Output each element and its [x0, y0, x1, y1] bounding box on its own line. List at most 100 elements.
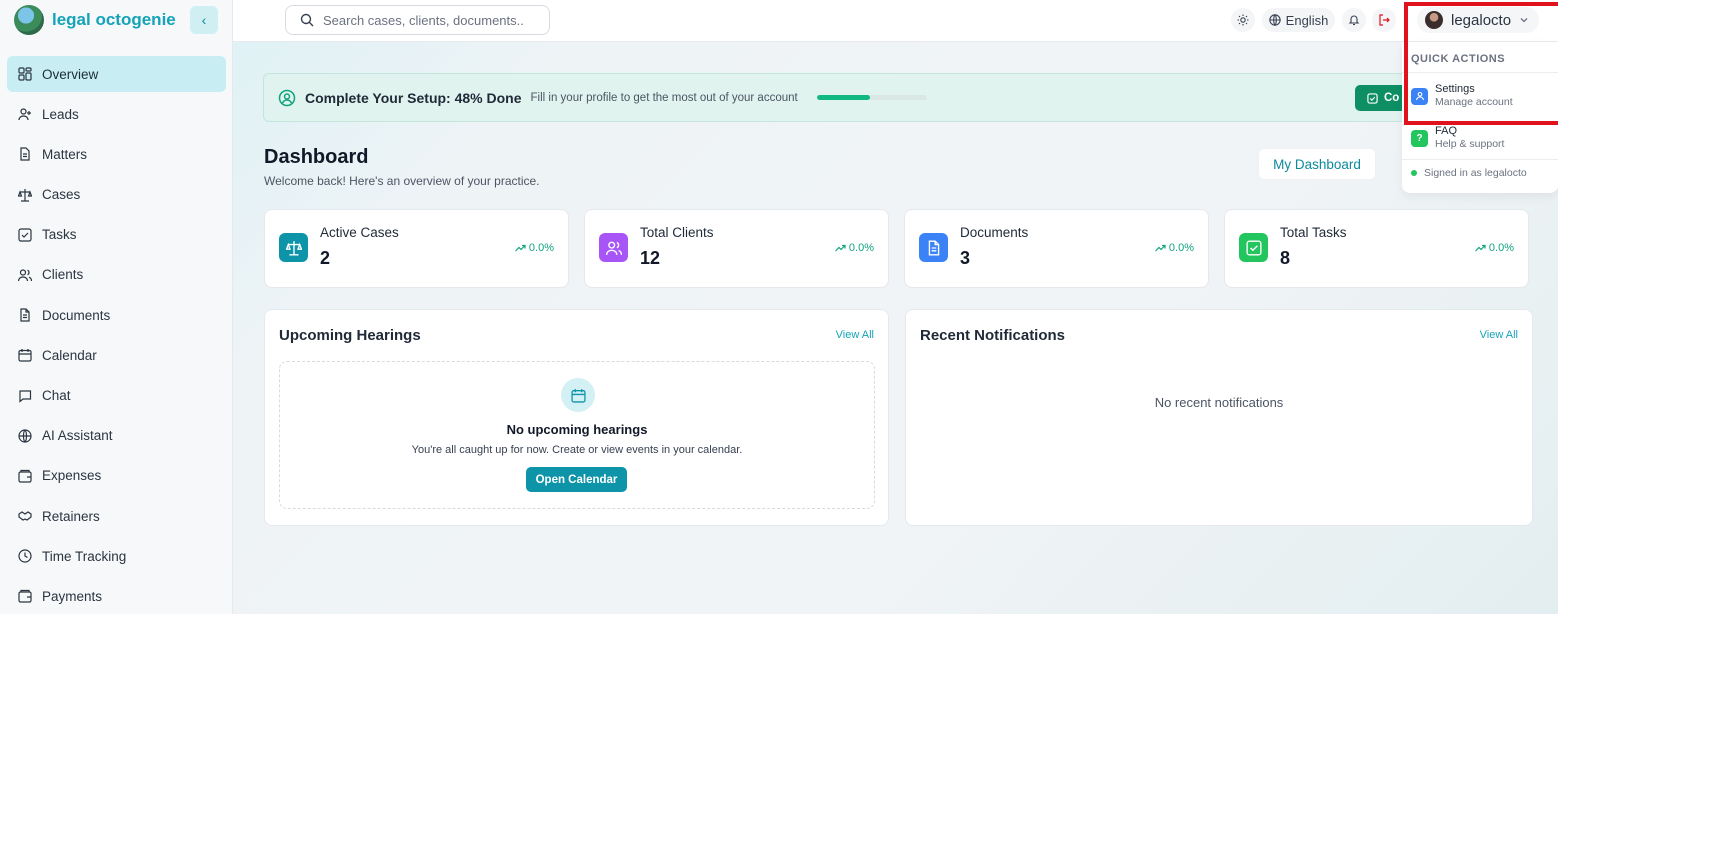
sidebar-item-cases[interactable]: Cases — [7, 177, 226, 213]
file-icon — [919, 233, 948, 262]
brand-name: legal octogenie — [52, 10, 176, 29]
sidebar-item-label: Matters — [42, 146, 88, 162]
sun-icon — [1237, 14, 1249, 26]
status-dot — [1411, 170, 1417, 176]
clock-icon — [18, 549, 32, 563]
sidebar-item-payments[interactable]: Payments — [7, 578, 226, 614]
wallet-icon — [18, 469, 32, 483]
stat-trend: 0.0% — [1474, 242, 1514, 254]
stat-trend-value: 0.0% — [1168, 242, 1194, 254]
trending-up-icon — [1154, 244, 1166, 252]
sidebar-item-label: Cases — [42, 187, 81, 203]
notifications-button[interactable] — [1342, 8, 1366, 32]
file-text-icon — [20, 147, 30, 161]
check-square-icon — [18, 228, 32, 242]
highlight-box — [1404, 2, 1558, 125]
sidebar-item-label: Leads — [42, 106, 79, 122]
theme-toggle-button[interactable] — [1231, 8, 1255, 32]
sidebar-item-tasks[interactable]: Tasks — [7, 217, 226, 253]
panel-title: Upcoming Hearings — [279, 327, 421, 344]
open-calendar-button[interactable]: Open Calendar — [526, 467, 627, 492]
sidebar-item-label: Retainers — [42, 508, 100, 524]
complete-profile-label: Co — [1384, 92, 1400, 104]
sidebar-item-clients[interactable]: Clients — [7, 257, 226, 293]
sidebar-item-retainers[interactable]: Retainers — [7, 498, 226, 534]
stat-card-total-clients[interactable]: Total Clients 12 0.0% — [584, 209, 889, 288]
check-square-icon — [1239, 233, 1268, 262]
signed-in-label: Signed in as legalocto — [1424, 167, 1527, 179]
empty-subtitle: You're all caught up for now. Create or … — [411, 444, 743, 456]
menu-item-faq[interactable]: ? FAQ Help & support — [1411, 123, 1551, 153]
sidebar-item-overview[interactable]: Overview — [7, 56, 226, 92]
top-bar: English legalocto — [233, 0, 1558, 42]
menu-item-title: FAQ — [1435, 125, 1458, 137]
sidebar-item-ai-assistant[interactable]: AI Assistant — [7, 418, 226, 454]
grid-icon — [18, 67, 32, 81]
menu-item-subtitle: Help & support — [1435, 138, 1505, 150]
question-icon: ? — [1411, 129, 1428, 147]
stat-card-active-cases[interactable]: Active Cases 2 0.0% — [264, 209, 569, 288]
sidebar-item-calendar[interactable]: Calendar — [7, 337, 226, 373]
trending-up-icon — [514, 244, 526, 252]
stat-value: 3 — [960, 248, 971, 268]
stat-card-documents[interactable]: Documents 3 0.0% — [904, 209, 1209, 288]
globe-icon — [18, 429, 32, 443]
globe-icon — [1268, 14, 1281, 26]
empty-title: No upcoming hearings — [506, 422, 648, 437]
sidebar-item-label: AI Assistant — [42, 428, 113, 444]
sidebar-item-label: Expenses — [42, 468, 102, 484]
stat-label: Documents — [960, 225, 1029, 240]
view-all-hearings-link[interactable]: View All — [836, 329, 874, 341]
collapse-sidebar-button[interactable]: ‹ — [190, 6, 218, 34]
language-selector[interactable]: English — [1262, 8, 1335, 32]
user-plus-icon — [18, 108, 31, 121]
sidebar: legal octogenie ‹ Overview Leads Matters… — [0, 0, 233, 614]
setup-progress-bar — [816, 95, 927, 100]
sidebar-item-label: Calendar — [42, 347, 97, 363]
sidebar-item-chat[interactable]: Chat — [7, 378, 226, 414]
logout-button[interactable] — [1372, 8, 1396, 32]
sidebar-item-label: Tasks — [42, 227, 77, 243]
sidebar-item-documents[interactable]: Documents — [7, 297, 226, 333]
stat-trend-value: 0.0% — [848, 242, 874, 254]
panel-title: Recent Notifications — [920, 327, 1066, 344]
language-label: English — [1285, 12, 1329, 28]
sidebar-item-label: Documents — [42, 307, 111, 323]
main-content: Complete Your Setup: 48% Done Fill in yo… — [233, 42, 1558, 614]
calendar-icon — [561, 378, 595, 412]
hearings-empty-state: No upcoming hearings You're all caught u… — [279, 361, 875, 509]
app-window: legal octogenie ‹ Overview Leads Matters… — [0, 0, 1558, 614]
search-icon — [300, 13, 314, 27]
file-icon — [20, 308, 30, 322]
stat-value: 8 — [1280, 248, 1291, 268]
message-icon — [19, 389, 32, 403]
stat-value: 2 — [320, 248, 331, 268]
divider — [1402, 159, 1558, 160]
users-icon — [599, 233, 628, 262]
my-dashboard-button[interactable]: My Dashboard — [1258, 148, 1376, 180]
sidebar-item-label: Chat — [42, 388, 71, 403]
search-box[interactable] — [285, 5, 550, 35]
stat-value: 12 — [640, 248, 661, 268]
sidebar-item-expenses[interactable]: Expenses — [7, 458, 226, 494]
wallet-icon — [18, 590, 32, 604]
bell-icon — [1348, 15, 1360, 26]
search-input[interactable] — [323, 12, 523, 28]
sidebar-item-leads[interactable]: Leads — [7, 96, 226, 132]
user-circle-icon — [278, 89, 296, 106]
chevron-left-icon: ‹ — [201, 12, 207, 28]
logout-icon — [1379, 14, 1390, 26]
stat-trend: 0.0% — [834, 242, 874, 254]
calendar-icon — [18, 349, 32, 362]
stat-trend-value: 0.0% — [528, 242, 554, 254]
setup-title: Complete Your Setup: 48% Done — [305, 89, 522, 106]
page-subtitle: Welcome back! Here's an overview of your… — [264, 174, 540, 188]
sidebar-item-time-tracking[interactable]: Time Tracking — [7, 538, 226, 574]
recent-notifications-panel: Recent Notifications View All No recent … — [905, 309, 1533, 526]
stat-card-total-tasks[interactable]: Total Tasks 8 0.0% — [1224, 209, 1529, 288]
scale-icon — [18, 188, 32, 202]
sidebar-item-matters[interactable]: Matters — [7, 136, 226, 172]
setup-subtitle: Fill in your profile to get the most out… — [530, 91, 798, 104]
view-all-notifications-link[interactable]: View All — [1480, 329, 1518, 341]
brand[interactable]: legal octogenie — [14, 5, 176, 35]
